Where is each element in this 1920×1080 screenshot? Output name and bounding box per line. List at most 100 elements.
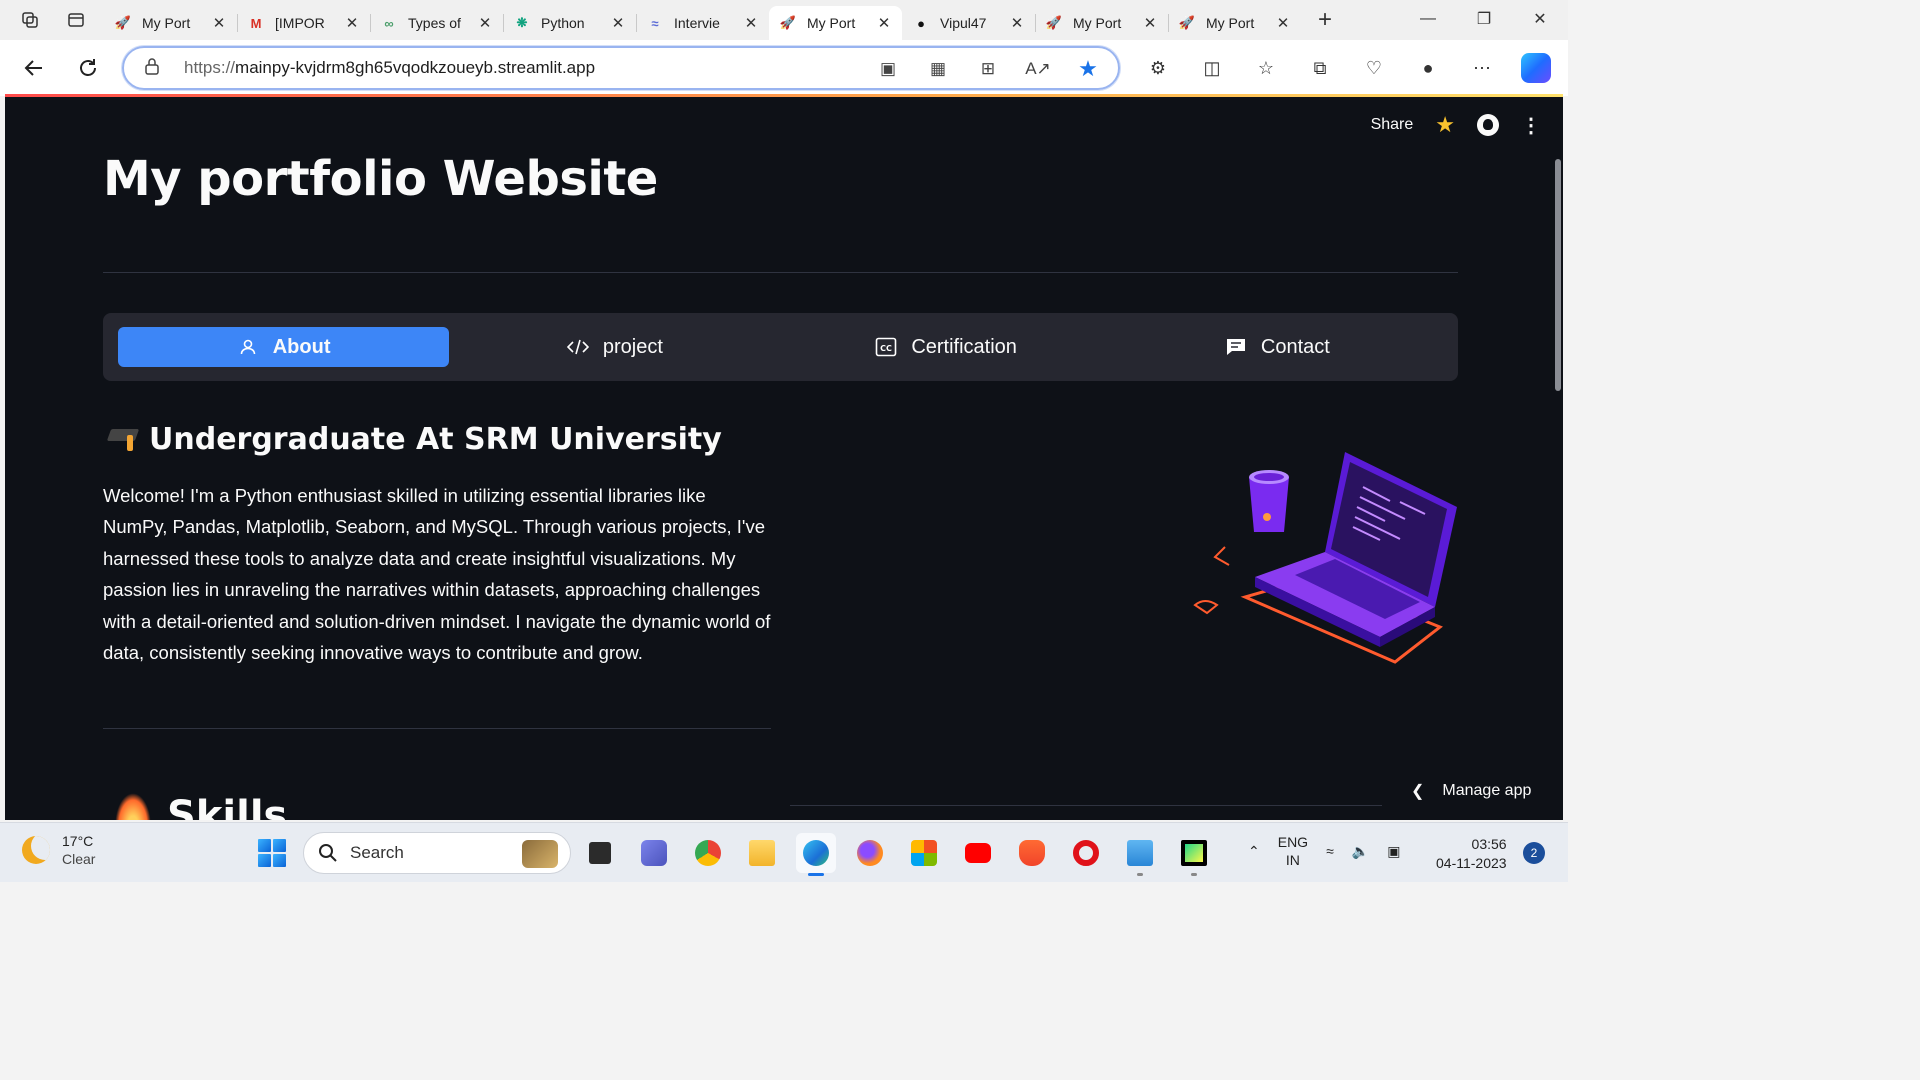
store-icon [911, 840, 937, 866]
cast-icon[interactable]: ▣ [874, 59, 902, 79]
favorite-star-icon[interactable]: ★ [1074, 56, 1102, 82]
start-button[interactable] [258, 839, 286, 867]
close-tab-icon[interactable]: ✕ [344, 14, 360, 32]
menu-item-certification[interactable]: CC Certification [781, 327, 1112, 367]
github-icon[interactable] [1477, 114, 1499, 136]
site-info-icon[interactable] [144, 57, 166, 79]
battery-icon[interactable]: ▣ [1387, 843, 1400, 860]
taskbar-apps [580, 833, 1214, 876]
restore-button[interactable]: ❐ [1456, 0, 1512, 38]
show-hidden-icons-button[interactable]: ⌃ [1248, 843, 1260, 860]
skills-heading-text: Skills [167, 793, 288, 820]
teams-chat-button[interactable] [634, 833, 674, 873]
opera-button[interactable] [1066, 833, 1106, 873]
browser-essentials-icon[interactable]: ♡ [1354, 48, 1394, 88]
share-button[interactable]: Share [1371, 116, 1414, 134]
manage-app-label: Manage app [1442, 782, 1532, 799]
option-menu: About project CC Certification Contact [103, 313, 1458, 381]
copilot-button[interactable] [1516, 48, 1556, 88]
brave-button[interactable] [1012, 833, 1052, 873]
rocket-icon: 🚀 [1178, 15, 1196, 30]
browser-tab[interactable]: 🚀 My Port ✕ [104, 6, 237, 40]
browser-tab-strip: 🚀 My Port ✕ M [IMPOR ✕ ∞ Types of ✕ ❋ Python ✕ ≈ Inte… [0, 0, 1568, 40]
close-tab-icon[interactable]: ✕ [1275, 14, 1291, 32]
close-tab-icon[interactable]: ✕ [610, 14, 626, 32]
close-tab-icon[interactable]: ✕ [1009, 14, 1025, 32]
notification-badge[interactable]: 2 [1523, 842, 1545, 864]
menu-item-contact[interactable]: Contact [1112, 327, 1443, 367]
notepad-button[interactable] [1120, 833, 1160, 876]
back-button[interactable] [14, 48, 54, 88]
browser-tab[interactable]: 🚀 My Port ✕ [1168, 6, 1301, 40]
browser-tab[interactable]: 🚀 My Port ✕ [1035, 6, 1168, 40]
store-button[interactable] [904, 833, 944, 873]
extensions-icon[interactable]: ⚙ [1138, 48, 1178, 88]
favorites-icon[interactable]: ☆ [1246, 48, 1286, 88]
profile-avatar-icon[interactable]: ● [1408, 48, 1448, 88]
pycharm-icon [1181, 840, 1207, 866]
tab-list: 🚀 My Port ✕ M [IMPOR ✕ ∞ Types of ✕ ❋ Python ✕ ≈ Inte… [104, 0, 1301, 40]
manage-app-button[interactable]: ❮ Manage app [1383, 762, 1553, 820]
wifi-icon[interactable]: ≈ [1326, 843, 1334, 859]
address-bar[interactable]: https://mainpy-kvjdrm8gh65vqodkzoueyb.st… [122, 46, 1120, 90]
collections-icon[interactable]: ⧉ [1300, 48, 1340, 88]
youtube-icon [965, 843, 991, 863]
folder-icon [749, 840, 775, 866]
browser-tab[interactable]: ❋ Python ✕ [503, 6, 636, 40]
close-tab-icon[interactable]: ✕ [211, 14, 227, 32]
pycharm-button[interactable] [1174, 833, 1214, 876]
youtube-button[interactable] [958, 833, 998, 873]
browser-tab[interactable]: M [IMPOR ✕ [237, 6, 370, 40]
file-explorer-button[interactable] [742, 833, 782, 873]
close-tab-icon[interactable]: ✕ [1142, 14, 1158, 32]
task-view-button[interactable] [580, 833, 620, 873]
system-tray: ⌃ ENG IN ≈ 🔈 ▣ [1248, 833, 1400, 869]
workspaces-icon [22, 12, 38, 28]
back-arrow-icon [24, 60, 42, 76]
cc-icon: CC [875, 336, 897, 358]
chrome-button[interactable] [688, 833, 728, 873]
more-menu-icon[interactable]: ⋯ [1462, 48, 1502, 88]
language-indicator[interactable]: ENG IN [1278, 833, 1308, 869]
tab-title: My Port [1206, 15, 1255, 31]
minimize-button[interactable]: — [1400, 0, 1456, 38]
close-tab-icon[interactable]: ✕ [477, 14, 493, 32]
browser-tab[interactable]: 🚀 My Port ✕ [769, 6, 902, 40]
volume-icon[interactable]: 🔈 [1352, 843, 1369, 860]
brave-icon [1019, 840, 1045, 866]
app-menu-icon[interactable]: ⋮ [1521, 113, 1541, 138]
workspaces-button[interactable] [12, 4, 48, 36]
clock[interactable]: 03:56 04-11-2023 [1436, 835, 1507, 873]
close-window-button[interactable]: ✕ [1512, 0, 1568, 38]
install-app-icon[interactable]: ⊞ [974, 59, 1002, 79]
apps-grid-icon[interactable]: ▦ [924, 59, 952, 79]
opera-icon [1073, 840, 1099, 866]
close-tab-icon[interactable]: ✕ [876, 14, 892, 32]
close-tab-icon[interactable]: ✕ [743, 14, 759, 32]
new-tab-button[interactable]: + [1307, 6, 1343, 34]
taskbar-search[interactable]: Search [303, 832, 571, 874]
browser-tab[interactable]: ∞ Types of ✕ [370, 6, 503, 40]
edge-button[interactable] [796, 833, 836, 876]
browser-tab[interactable]: ≈ Intervie ✕ [636, 6, 769, 40]
read-aloud-icon[interactable]: A↗ [1024, 59, 1052, 79]
tab-actions-button[interactable] [58, 4, 94, 36]
favorite-star-icon[interactable]: ★ [1435, 112, 1455, 138]
refresh-button[interactable] [68, 48, 108, 88]
search-icon [319, 844, 337, 862]
firefox-icon [857, 840, 883, 866]
copilot-icon [1521, 53, 1551, 83]
url-text: https://mainpy-kvjdrm8gh65vqodkzoueyb.st… [184, 58, 596, 77]
menu-item-label: Contact [1260, 335, 1330, 358]
section-heading: Undergraduate At SRM University [107, 422, 722, 457]
page-scrollbar[interactable] [1555, 159, 1561, 391]
browser-tab[interactable]: ● Vipul47 ✕ [902, 6, 1035, 40]
menu-item-about[interactable]: About [118, 327, 450, 367]
menu-item-project[interactable]: project [449, 327, 780, 367]
weather-widget[interactable]: 17°C Clear [22, 833, 95, 867]
page-title: My portfolio Website [103, 151, 658, 207]
rocket-icon: 🚀 [114, 15, 132, 30]
firefox-button[interactable] [850, 833, 890, 873]
person-icon [237, 336, 259, 358]
split-screen-icon[interactable]: ◫ [1192, 48, 1232, 88]
